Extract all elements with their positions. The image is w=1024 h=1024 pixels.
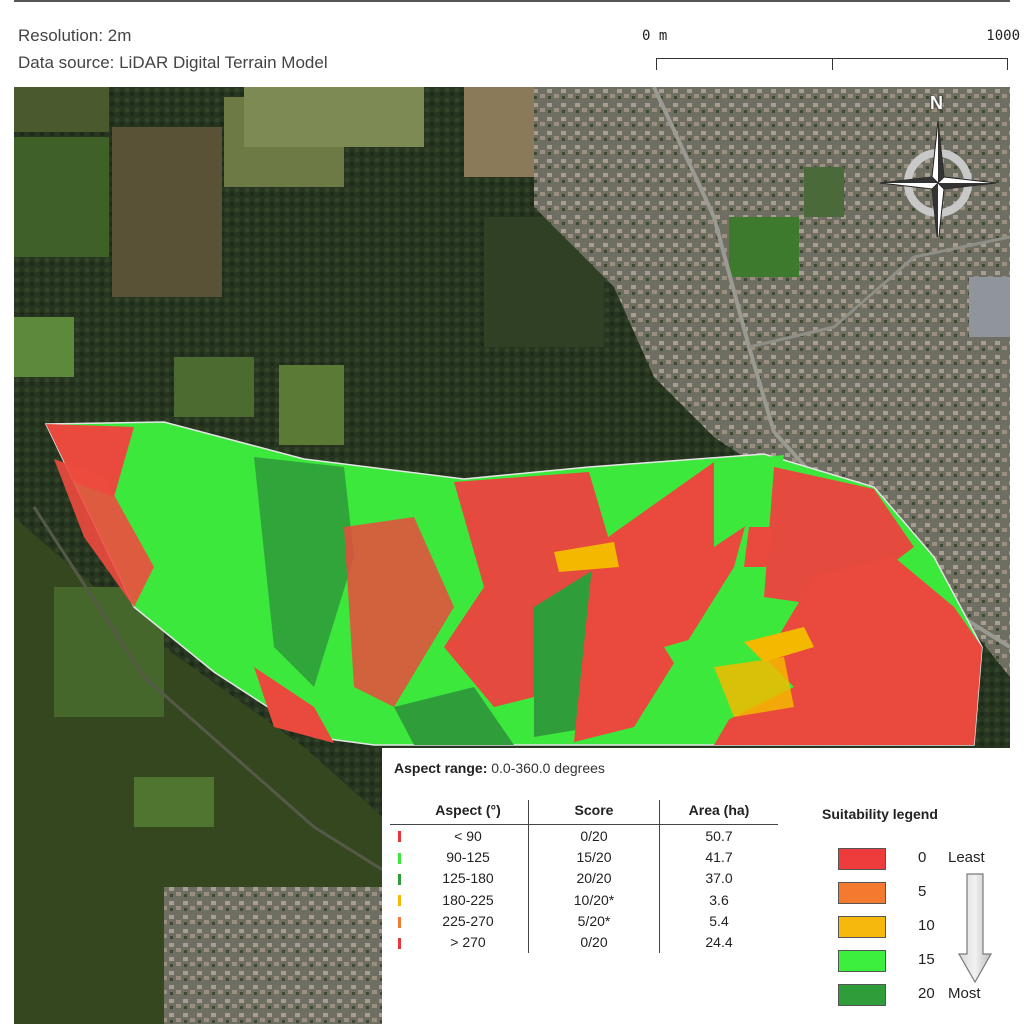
row-aspect: < 90	[408, 824, 529, 847]
row-area: 50.7	[705, 827, 733, 844]
row-area: 37.0	[705, 870, 733, 887]
legend-value-10: 10	[918, 917, 935, 934]
scale-line	[656, 58, 1008, 59]
resolution-label: Resolution: 2m	[18, 26, 132, 45]
row-color-swatch	[397, 916, 401, 928]
legend-value-15: 15	[918, 951, 935, 968]
row-aspect: 180-225	[408, 888, 529, 911]
legend-most-label: Most	[948, 985, 981, 1002]
table-row: 90-125 15/20 41.7	[390, 846, 778, 868]
row-color-swatch	[397, 852, 401, 864]
row-area: 3.6	[709, 891, 729, 908]
table-header-swatch	[390, 800, 408, 825]
legend-swatch-0	[838, 848, 886, 870]
scale-tick	[832, 58, 833, 70]
row-color-swatch	[397, 874, 401, 886]
row-area: 24.4	[705, 934, 733, 951]
aspect-range-value: 0.0-360.0 degrees	[491, 760, 605, 776]
row-score: 0/20	[528, 824, 660, 847]
aspect-range-label: Aspect range:	[394, 760, 488, 776]
scale-bar: 0 m 1000	[640, 28, 1020, 78]
scale-tick	[1007, 58, 1008, 70]
top-rule	[14, 0, 1010, 2]
row-score: 15/20	[528, 846, 660, 868]
table-header-row: Aspect (°) Score Area (ha)	[390, 800, 778, 825]
scale-end-label: 1000	[986, 28, 1020, 44]
legend-swatch-10	[838, 916, 886, 938]
table-row: 180-225 10/20* 3.6	[390, 888, 778, 911]
table-row: < 90 0/20 50.7	[390, 824, 778, 847]
legend-title: Suitability legend	[822, 806, 938, 822]
legend-swatch-20	[838, 984, 886, 1006]
row-aspect: > 270	[408, 931, 529, 953]
legend-value-5: 5	[918, 883, 927, 900]
row-score: 10/20*	[528, 888, 660, 911]
row-aspect: 225-270	[408, 910, 529, 932]
arrow-down-icon	[958, 873, 992, 984]
legend-value-20: 20	[918, 985, 935, 1002]
table-header-aspect: Aspect (°)	[408, 800, 529, 825]
aspect-table: Aspect (°) Score Area (ha) < 90 0/20 50.…	[390, 800, 778, 953]
north-arrow: N	[880, 93, 1000, 243]
row-area: 5.4	[709, 912, 729, 929]
data-source-label: Data source: LiDAR Digital Terrain Model	[18, 53, 328, 72]
row-color-swatch	[397, 831, 401, 843]
legend-value-0: 0	[918, 849, 927, 866]
scale-tick	[656, 58, 657, 70]
info-panel: Aspect range: 0.0-360.0 degrees Aspect (…	[382, 748, 1010, 1024]
compass-rose-icon	[880, 120, 997, 237]
legend-swatch-15	[838, 950, 886, 972]
scale-start-label: 0 m	[642, 28, 668, 44]
legend-least-label: Least	[948, 849, 985, 866]
row-area: 41.7	[705, 848, 733, 865]
row-color-swatch	[397, 937, 401, 949]
row-score: 5/20*	[528, 910, 660, 932]
row-color-swatch	[397, 895, 401, 907]
table-header-area: Area (ha)	[659, 800, 778, 825]
table-header-score: Score	[528, 800, 660, 825]
table-row: 225-270 5/20* 5.4	[390, 910, 778, 932]
row-score: 20/20	[528, 867, 660, 889]
row-score: 0/20	[528, 931, 660, 953]
row-aspect: 90-125	[408, 846, 529, 868]
legend-swatch-5	[838, 882, 886, 904]
aspect-range: Aspect range: 0.0-360.0 degrees	[394, 760, 605, 776]
table-row: 125-180 20/20 37.0	[390, 867, 778, 889]
row-aspect: 125-180	[408, 867, 529, 889]
table-row: > 270 0/20 24.4	[390, 931, 778, 953]
